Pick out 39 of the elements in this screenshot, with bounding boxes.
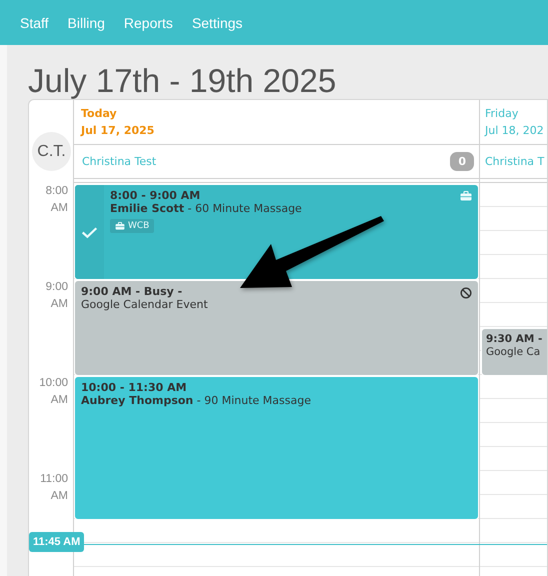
event-title: 9:30 AM - xyxy=(486,333,542,346)
busy-event[interactable]: 9:30 AM - Google Ca xyxy=(481,328,547,376)
nav-link[interactable]: Reports xyxy=(124,14,173,30)
time-label: 8:00 xyxy=(46,184,68,199)
staff-avatar: C.T. xyxy=(32,132,71,171)
blocked-icon xyxy=(460,287,472,299)
time-label: AM xyxy=(50,489,68,504)
briefcase-icon xyxy=(115,222,125,230)
event-time: 10:00 - 11:30 AM xyxy=(81,381,187,394)
briefcase-icon xyxy=(460,191,472,201)
time-label: AM xyxy=(50,393,68,408)
appointment-event[interactable]: 8:00 - 9:00 AM Emilie Scott - 60 Minute Massage WCB xyxy=(74,184,479,280)
event-description: Emilie Scott - 60 Minute Massage xyxy=(110,202,302,215)
nav-link[interactable]: Staff xyxy=(20,14,49,30)
nav-link[interactable]: Billing xyxy=(68,14,105,30)
busy-event[interactable]: 9:00 AM - Busy - Google Calendar Event xyxy=(74,280,479,376)
event-title: 9:00 AM - Busy - xyxy=(81,285,182,298)
time-label: 11:00 xyxy=(40,472,68,487)
payer-label: WCB xyxy=(128,221,150,231)
staff-name-link[interactable]: Christina T xyxy=(485,155,544,168)
day-name: Friday xyxy=(485,106,520,122)
event-subtitle: Google Ca xyxy=(486,346,540,359)
count-badge: 0 xyxy=(450,152,474,171)
nav-link[interactable]: Settings xyxy=(192,14,243,30)
current-time-badge: 11:45 AM xyxy=(29,532,84,552)
time-label: 9:00 xyxy=(46,280,68,295)
time-label: 10:00 xyxy=(39,376,68,391)
appointment-event[interactable]: 10:00 - 11:30 AM Aubrey Thompson - 90 Minute Massage xyxy=(74,376,479,520)
event-time: 8:00 - 9:00 AM xyxy=(110,189,200,202)
check-icon xyxy=(81,226,98,238)
time-label: AM xyxy=(50,297,68,312)
staff-name-link[interactable]: Christina Test xyxy=(82,155,156,168)
event-description: Aubrey Thompson - 90 Minute Massage xyxy=(81,394,311,407)
day-name: Today xyxy=(81,106,118,122)
day-date: Jul 18, 202 xyxy=(485,123,545,139)
page-title: July 17th - 19th 2025 xyxy=(28,61,338,99)
time-label: AM xyxy=(50,201,68,216)
day-date: Jul 17, 2025 xyxy=(81,123,156,139)
event-subtitle: Google Calendar Event xyxy=(81,298,208,311)
